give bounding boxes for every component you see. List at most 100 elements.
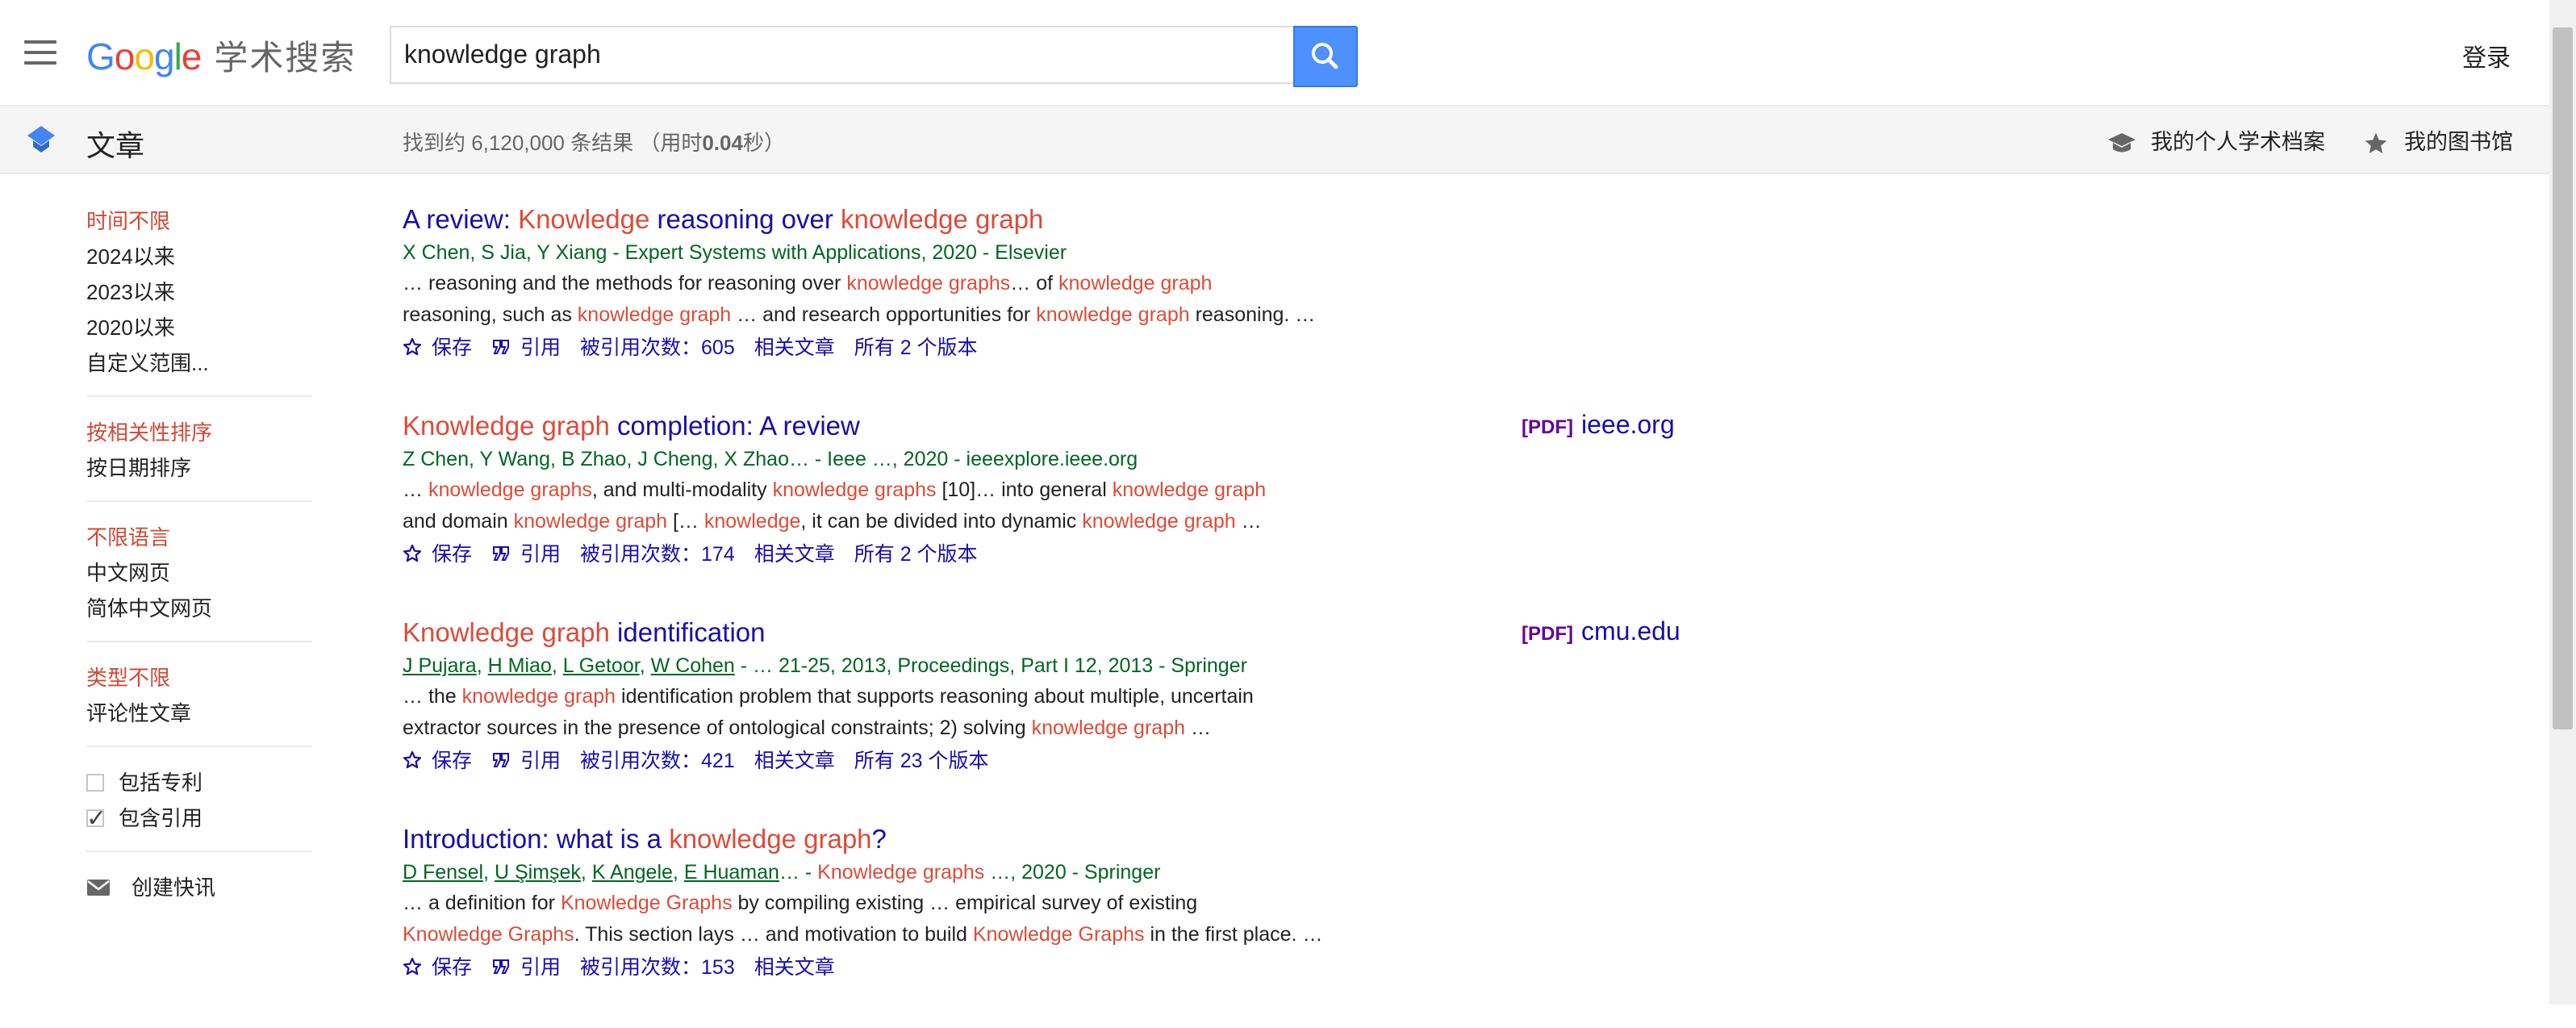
result-title-link[interactable]: Introduction: what is a knowledge graph? xyxy=(403,821,1855,857)
create-alert-button[interactable]: 创建快讯 xyxy=(86,870,312,905)
scholar-cap-icon xyxy=(27,126,55,153)
search-button[interactable] xyxy=(1293,26,1358,87)
snippet-line: … the knowledge graph identification pro… xyxy=(403,681,1371,712)
title-text: Introduction: what is a xyxy=(403,824,670,854)
snippet-highlight: knowledge graph xyxy=(1112,478,1267,501)
scrollbar-thumb[interactable] xyxy=(2553,27,2573,729)
cited-by-link[interactable]: 被引用次数：174 xyxy=(580,543,735,566)
snippet-text: reasoning, such as xyxy=(403,303,578,326)
language-option-0[interactable]: 不限语言 xyxy=(86,520,312,555)
search-result: Knowledge graph completion: A review Z Ch… xyxy=(403,408,1855,615)
cite-label: 引用 xyxy=(520,543,562,566)
language-option-1[interactable]: 中文网页 xyxy=(86,555,312,591)
authors-text: … - xyxy=(779,861,818,884)
pdf-link[interactable]: [PDF] cmu.edu xyxy=(1522,616,1680,646)
quote-icon xyxy=(493,959,510,974)
snippet-highlight: knowledge graphs xyxy=(846,272,1011,295)
related-articles-link[interactable]: 相关文章 xyxy=(754,543,835,566)
author-link[interactable]: H Miao xyxy=(488,654,552,677)
result-actions: 保存 引用 被引用次数：174 相关文章 所有 2 个版本 xyxy=(403,537,1855,571)
menu-icon[interactable] xyxy=(24,40,56,65)
title-highlight: knowledge graph xyxy=(841,204,1044,234)
sort-option-1[interactable]: 按日期排序 xyxy=(86,450,312,486)
star-outline-icon xyxy=(403,337,422,356)
time-filter-0[interactable]: 时间不限 xyxy=(86,203,312,239)
create-alert-label: 创建快讯 xyxy=(132,875,216,900)
pdf-link[interactable]: [PDF] ieee.org xyxy=(1522,410,1675,440)
pdf-tag: [PDF] xyxy=(1522,623,1573,645)
authors-text: , xyxy=(476,654,488,677)
quote-icon xyxy=(493,340,510,354)
language-option-2[interactable]: 简体中文网页 xyxy=(86,591,312,626)
author-link[interactable]: W Cohen xyxy=(651,654,735,677)
stats-time: 0.04 xyxy=(702,131,743,155)
search-box xyxy=(390,26,1293,84)
author-link[interactable]: E Huaman xyxy=(684,861,779,884)
title-highlight: Knowledge graph xyxy=(403,617,610,647)
star-outline-icon xyxy=(403,957,422,976)
snippet-highlight: knowledge graph xyxy=(1082,510,1236,533)
author-link[interactable]: J Pujara xyxy=(403,654,477,677)
save-button[interactable]: 保存 xyxy=(403,336,472,359)
author-link[interactable]: L Getoor xyxy=(563,654,640,677)
related-articles-link[interactable]: 相关文章 xyxy=(754,956,835,979)
star-icon xyxy=(2365,132,2387,153)
checkbox-box xyxy=(86,774,104,792)
all-versions-link[interactable]: 所有 2 个版本 xyxy=(854,336,978,359)
include-citations-checkbox[interactable]: 包含引用 xyxy=(86,800,312,837)
save-button[interactable]: 保存 xyxy=(403,543,472,566)
cite-label: 引用 xyxy=(520,750,562,772)
result-title-link[interactable]: A review: Knowledge reasoning over knowl… xyxy=(403,202,1855,237)
snippet-text: reasoning. … xyxy=(1189,303,1316,326)
cite-button[interactable]: 引用 xyxy=(491,543,561,566)
author-link[interactable]: K Angele xyxy=(592,861,673,884)
all-versions-link[interactable]: 所有 2 个版本 xyxy=(854,543,978,566)
time-filter-3[interactable]: 2020以来 xyxy=(86,310,312,345)
envelope-icon xyxy=(87,880,110,896)
save-button[interactable]: 保存 xyxy=(403,956,472,979)
my-library-link[interactable]: 我的图书馆 xyxy=(2362,124,2513,157)
cite-button[interactable]: 引用 xyxy=(491,956,561,979)
cite-label: 引用 xyxy=(520,956,562,979)
cited-by-link[interactable]: 被引用次数：605 xyxy=(580,336,735,359)
search-input[interactable] xyxy=(391,27,1288,81)
authors-text: , xyxy=(672,861,684,884)
include-patents-checkbox[interactable]: 包括专利 xyxy=(86,765,312,800)
snippet-highlight: knowledge graph xyxy=(577,303,732,326)
author-link[interactable]: D Fensel xyxy=(403,861,483,884)
related-articles-link[interactable]: 相关文章 xyxy=(754,750,835,772)
quote-icon xyxy=(493,753,510,767)
cite-button[interactable]: 引用 xyxy=(491,336,561,359)
cite-button[interactable]: 引用 xyxy=(491,750,561,772)
time-filter-2[interactable]: 2023以来 xyxy=(86,274,312,310)
search-result: Knowledge graph identification J Pujara, … xyxy=(403,615,1855,821)
login-link[interactable]: 登录 xyxy=(2462,38,2511,73)
snippet-text: … reasoning and the methods for reasonin… xyxy=(403,272,847,295)
snippet-text: extractor sources in the presence of ont… xyxy=(403,717,1032,739)
author-link[interactable]: U Şimşek xyxy=(495,861,581,884)
all-versions-link[interactable]: 所有 23 个版本 xyxy=(854,750,989,772)
cited-by-link[interactable]: 被引用次数：153 xyxy=(580,956,735,979)
result-actions: 保存 引用 被引用次数：605 相关文章 所有 2 个版本 xyxy=(403,331,1855,365)
type-option-0[interactable]: 类型不限 xyxy=(86,660,312,696)
sort-option-0[interactable]: 按相关性排序 xyxy=(86,415,312,450)
cited-by-link[interactable]: 被引用次数：421 xyxy=(580,750,735,772)
sidebar-divider xyxy=(86,746,312,747)
scholar-logo[interactable]: Google 学术搜索 xyxy=(86,31,356,80)
title-text: identification xyxy=(609,617,766,647)
authors-text: , xyxy=(639,654,651,677)
related-articles-link[interactable]: 相关文章 xyxy=(754,336,835,359)
time-filter-1[interactable]: 2024以来 xyxy=(86,239,312,274)
snippet-highlight: Knowledge Graphs xyxy=(560,892,733,914)
my-library-label: 我的图书馆 xyxy=(2404,130,2513,154)
snippet-text: , it can be divided into dynamic xyxy=(800,510,1083,533)
star-outline-icon xyxy=(403,750,422,769)
my-profile-link[interactable]: 我的个人学术档案 xyxy=(2107,124,2325,156)
snippet-highlight: knowledge graphs xyxy=(772,478,937,501)
sort-group: 按相关性排序 按日期排序 xyxy=(86,415,312,486)
scrollbar[interactable] xyxy=(2549,0,2576,1005)
google-wordmark: Google xyxy=(86,36,202,77)
save-button[interactable]: 保存 xyxy=(403,750,472,772)
type-option-1[interactable]: 评论性文章 xyxy=(86,696,312,731)
time-filter-4[interactable]: 自定义范围... xyxy=(86,345,312,381)
